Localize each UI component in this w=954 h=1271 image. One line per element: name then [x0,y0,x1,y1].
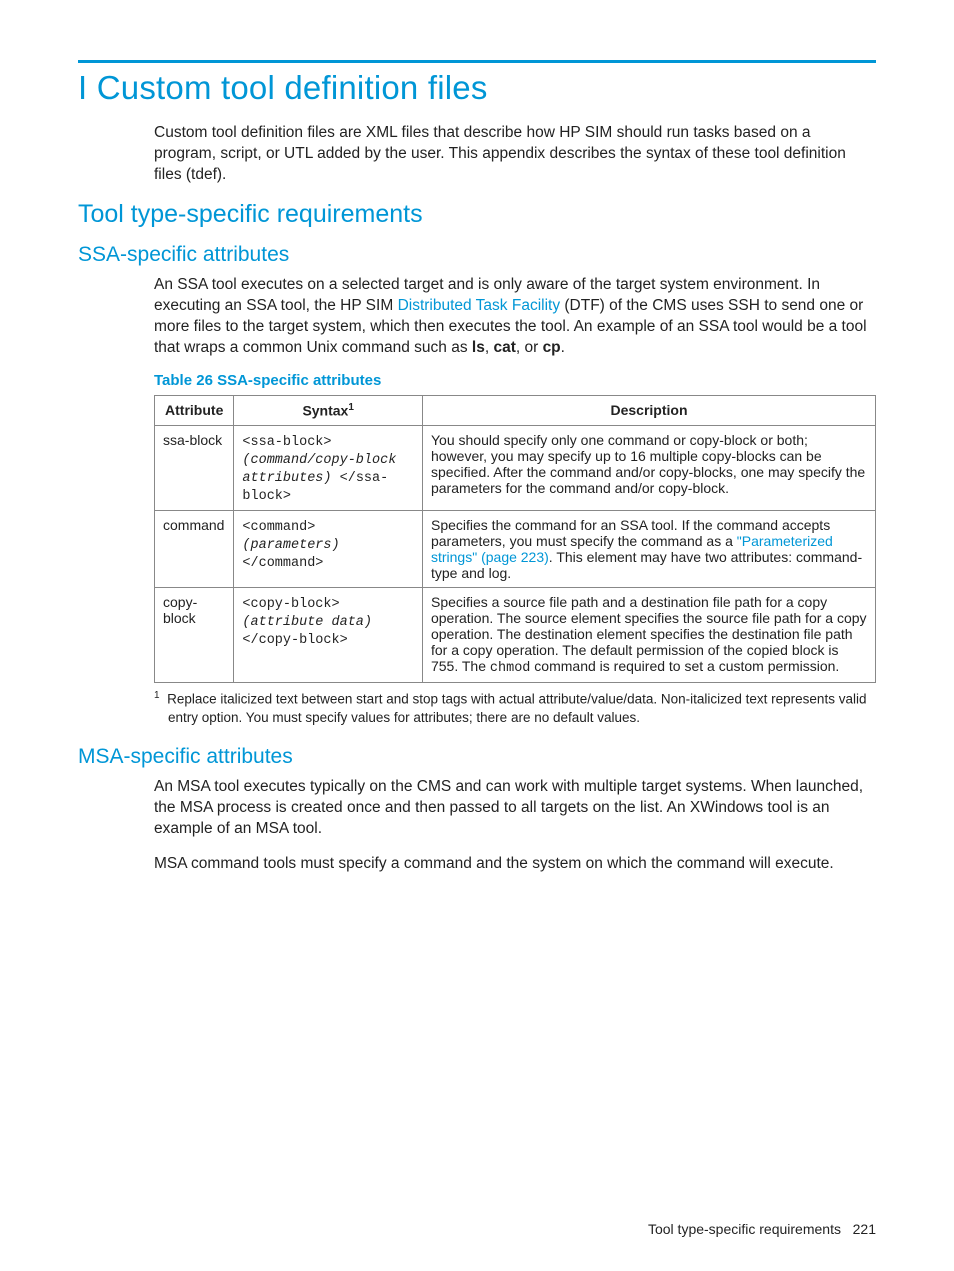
msa-paragraph-1: An MSA tool executes typically on the CM… [154,777,876,840]
th-description: Description [422,396,875,426]
cell-syntax: <command> (parameters) </command> [234,511,423,588]
msa-heading: MSA-specific attributes [78,745,876,769]
footer-page: 221 [853,1221,876,1237]
syntax-open: <command> [242,520,315,535]
table-row: ssa-block <ssa-block> (command/copy-bloc… [155,426,876,511]
cmd-cat: cat [493,339,515,356]
desc-mono: chmod [490,661,531,676]
syntax-open: <ssa-block> [242,435,331,450]
dtf-link[interactable]: Distributed Task Facility [398,297,561,314]
th-syntax: Syntax1 [234,396,423,426]
section-heading: Tool type-specific requirements [78,200,876,229]
th-syntax-label: Syntax [302,403,348,419]
ssa-attributes-table: Attribute Syntax1 Description ssa-block … [154,395,876,683]
cmd-cp: cp [543,339,561,356]
intro-paragraph: Custom tool definition files are XML fil… [154,123,876,186]
syntax-param: (parameters) [242,538,339,553]
cell-syntax: <ssa-block> (command/copy-block attribut… [234,426,423,511]
th-attribute: Attribute [155,396,234,426]
msa-paragraph-2: MSA command tools must specify a command… [154,854,876,875]
table-header-row: Attribute Syntax1 Description [155,396,876,426]
top-rule [78,60,876,63]
desc-post: command is required to set a custom perm… [530,658,839,674]
table-caption: Table 26 SSA-specific attributes [154,372,876,389]
table-row: command <command> (parameters) </command… [155,511,876,588]
page-footer: Tool type-specific requirements 221 [648,1221,876,1237]
footnote-text: Replace italicized text between start an… [167,692,866,725]
syntax-open: <copy-block> [242,597,339,612]
cell-syntax: <copy-block> (attribute data) </copy-blo… [234,588,423,683]
page-title: I Custom tool definition files [78,69,876,107]
syntax-close: </copy-block> [242,633,347,648]
cell-description: Specifies the command for an SSA tool. I… [422,511,875,588]
cell-description: Specifies a source file path and a desti… [422,588,875,683]
ssa-paragraph: An SSA tool executes on a selected targe… [154,275,876,359]
syntax-close: </command> [242,556,323,571]
footer-text: Tool type-specific requirements [648,1221,841,1237]
table-row: copy-block <copy-block> (attribute data)… [155,588,876,683]
syntax-param: (attribute data) [242,615,372,630]
ssa-heading: SSA-specific attributes [78,243,876,267]
cmd-ls: ls [472,339,485,356]
cell-description: You should specify only one command or c… [422,426,875,511]
cell-attribute: command [155,511,234,588]
footnote-marker: 1 [154,690,160,701]
footnote-ref: 1 [348,402,354,413]
cell-attribute: ssa-block [155,426,234,511]
cell-attribute: copy-block [155,588,234,683]
table-footnote: 1 Replace italicized text between start … [154,689,876,727]
